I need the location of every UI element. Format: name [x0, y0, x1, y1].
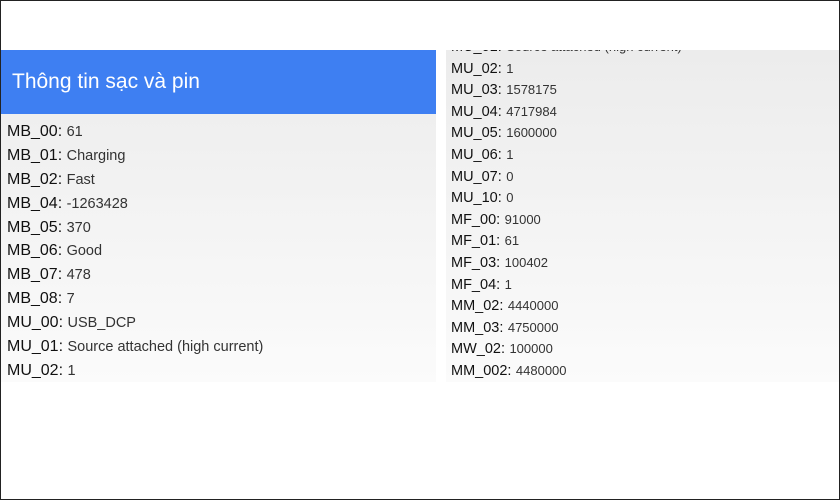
info-value: 4717984 — [506, 103, 557, 119]
app-header: Thông tin sạc và pin — [1, 50, 436, 114]
info-value: 61 — [66, 124, 83, 140]
info-key: MM_002: — [451, 362, 512, 379]
info-row: MU_05: 1600000 — [451, 122, 682, 144]
info-key: MU_06: — [451, 146, 502, 163]
info-row: MB_00: 61 — [7, 120, 263, 144]
info-row: MF_01: 61 — [451, 230, 682, 252]
info-key: MU_01: — [451, 50, 502, 55]
info-key: MF_04: — [451, 276, 501, 293]
info-row: MU_02: 1 — [451, 58, 682, 80]
info-key: MB_00: — [7, 123, 63, 140]
info-value: Fast — [66, 171, 95, 188]
info-value: USB_DCP — [67, 315, 136, 332]
info-key: MF_00: — [451, 211, 501, 228]
info-value: 0 — [506, 190, 514, 206]
info-key: MU_00: — [7, 314, 64, 332]
info-row: MB_06: Good — [7, 239, 263, 263]
info-row: MB_07: 478 — [7, 263, 263, 287]
info-row: MF_04: 1 — [451, 274, 682, 296]
info-value: 0 — [506, 168, 514, 184]
info-row: MU_01: Source attached (high current) — [7, 335, 263, 359]
info-row: MF_00: 91000 — [451, 209, 682, 231]
info-list-right: MU_01: Source attached (high current)MU_… — [451, 50, 682, 382]
info-value: Source attached (high current) — [67, 339, 264, 356]
info-row: MU_03: 1578175 — [451, 79, 682, 101]
info-key: MW_02: — [451, 341, 505, 358]
battery-info-screen-right: MU_01: Source attached (high current)MU_… — [446, 50, 839, 382]
info-key: MU_03: — [451, 82, 502, 99]
info-value: 478 — [66, 267, 91, 284]
info-key: MU_04: — [451, 103, 502, 120]
info-key: MB_08: — [7, 290, 63, 308]
info-value: 91000 — [504, 211, 541, 227]
info-row: MU_10: 0 — [451, 187, 682, 209]
info-key: MU_10: — [451, 190, 502, 207]
info-value: 7 — [66, 291, 75, 308]
info-value: 4750000 — [507, 319, 559, 335]
info-key: MU_07: — [451, 168, 502, 185]
info-key: MB_05: — [7, 218, 63, 236]
info-row: MU_02: 1 — [7, 359, 263, 382]
info-value: 61 — [504, 233, 520, 249]
info-key: MM_02: — [451, 298, 504, 315]
info-list-left: MB_00: 61 MB_01: Charging MB_02: Fast MB_04… — [7, 120, 263, 382]
info-value: 1 — [506, 60, 514, 76]
info-value: 1 — [504, 276, 512, 292]
info-row: MB_02: Fast — [7, 168, 263, 192]
info-value: 1 — [506, 146, 514, 162]
info-row: MM_03: 4750000 — [451, 317, 682, 339]
info-value: -1263428 — [66, 195, 128, 212]
info-row: MU_04: 4717984 — [451, 101, 682, 123]
info-key: MB_04: — [7, 194, 63, 212]
info-value: 100402 — [504, 254, 549, 270]
info-key: MF_03: — [451, 254, 501, 271]
battery-info-screen-left: Thông tin sạc và pin MB_00: 61 MB_01: Cha… — [1, 50, 436, 382]
info-row: MU_06: 1 — [451, 144, 682, 166]
info-row: MF_03: 100402 — [451, 252, 682, 274]
info-key: MU_02: — [451, 60, 502, 77]
info-row: MM_002: 4480000 — [451, 360, 682, 382]
info-value: 1578175 — [506, 82, 557, 98]
info-value: 1 — [67, 362, 76, 379]
info-row: MB_01: Charging — [7, 144, 263, 168]
info-key: MU_01: — [7, 338, 64, 356]
info-value: 100000 — [509, 341, 553, 357]
info-row: MB_05: 370 — [7, 216, 263, 240]
info-row: MB_04: -1263428 — [7, 192, 263, 216]
info-value: 4440000 — [507, 298, 559, 314]
info-key: MU_02: — [7, 361, 64, 379]
info-key: MB_07: — [7, 266, 63, 284]
page-title: Thông tin sạc và pin — [12, 70, 200, 93]
info-row: MB_08: 7 — [7, 287, 263, 311]
info-row: MM_02: 4440000 — [451, 295, 682, 317]
info-key: MF_01: — [451, 233, 501, 250]
info-row: MU_00: USB_DCP — [7, 311, 263, 335]
info-row: MU_07: 0 — [451, 166, 682, 188]
info-value: 4480000 — [515, 362, 567, 378]
info-key: MM_03: — [451, 319, 504, 336]
info-value: Good — [66, 243, 103, 260]
info-row: MU_01: Source attached (high current) — [451, 50, 682, 58]
info-key: MB_01: — [7, 146, 63, 164]
info-value: 370 — [66, 219, 91, 236]
info-key: MU_05: — [451, 125, 502, 142]
info-value: Source attached (high current) — [506, 50, 682, 54]
info-key: MB_06: — [7, 242, 63, 260]
info-value: Charging — [66, 147, 126, 164]
info-key: MB_02: — [7, 170, 63, 188]
info-row: MW_02: 100000 — [451, 338, 682, 360]
info-value: 1600000 — [506, 125, 557, 141]
